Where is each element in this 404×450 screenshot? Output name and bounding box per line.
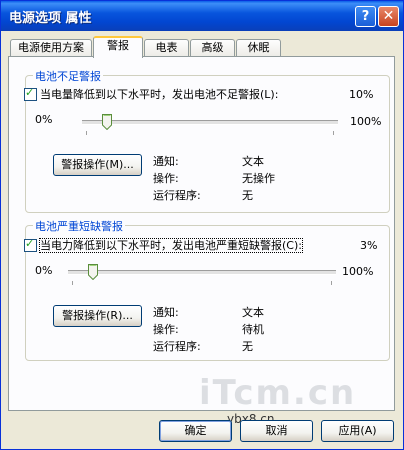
help-button[interactable]: ? xyxy=(355,6,376,27)
low-battery-checkbox[interactable]: ✓ xyxy=(24,85,37,101)
tab-power-meter[interactable]: 电表 xyxy=(144,39,189,57)
tab-label: 电表 xyxy=(155,41,178,54)
checkmark-icon: ✓ xyxy=(25,85,35,99)
critical-battery-alarm-group: 电池严重短缺警报 ✓ 当电力降低到以下水平时，发出电池严重短缺警报(C): 3% … xyxy=(24,218,390,361)
low-battery-checkbox-row[interactable]: ✓ 当电量降低到以下水平时，发出电池不足警报(L): xyxy=(24,86,278,102)
low-battery-slider-min: 0% xyxy=(35,113,53,126)
title-bar[interactable]: 电源选项 属性 ? ✕ xyxy=(1,1,403,31)
low-battery-action-value: 无操作 xyxy=(242,172,275,185)
close-button[interactable]: ✕ xyxy=(378,6,399,27)
critical-battery-program-label: 运行程序: xyxy=(153,340,201,353)
slider-track xyxy=(68,270,336,275)
tab-alarms[interactable]: 警报 xyxy=(93,36,143,58)
tab-label: 警报 xyxy=(107,39,129,52)
tab-hibernate[interactable]: 休眠 xyxy=(236,39,281,57)
slider-thumb[interactable] xyxy=(88,264,98,280)
critical-battery-checkbox[interactable]: ✓ xyxy=(24,236,37,252)
checkmark-icon: ✓ xyxy=(25,236,35,250)
critical-battery-slider-min: 0% xyxy=(35,264,53,277)
critical-battery-slider[interactable] xyxy=(68,264,336,285)
tab-label: 高级 xyxy=(201,41,224,54)
power-options-dialog: 电源选项 属性 ? ✕ 电源使用方案 警报 电表 高级 休眠 电池不足警报 ✓ … xyxy=(0,0,404,450)
slider-tick xyxy=(72,281,73,285)
close-icon: ✕ xyxy=(382,8,395,24)
critical-battery-percent: 3% xyxy=(360,239,378,252)
low-battery-alarm-action-button[interactable]: 警报操作(M)... xyxy=(53,154,142,176)
low-battery-notify-value: 文本 xyxy=(242,155,264,168)
slider-tick xyxy=(86,131,87,135)
critical-battery-slider-max: 100% xyxy=(342,265,374,278)
critical-battery-action-value: 待机 xyxy=(242,323,264,336)
critical-battery-notify-label: 通知: xyxy=(153,306,179,319)
low-battery-checkbox-label: 当电量降低到以下水平时，发出电池不足警报(L): xyxy=(40,88,279,101)
low-battery-program-value: 无 xyxy=(242,189,253,202)
critical-battery-notify-value: 文本 xyxy=(242,306,264,319)
tab-label: 电源使用方案 xyxy=(18,41,84,54)
tab-advanced[interactable]: 高级 xyxy=(190,39,235,57)
critical-battery-program-value: 无 xyxy=(242,340,253,353)
low-battery-program-label: 运行程序: xyxy=(153,189,201,202)
low-battery-group-title: 电池不足警报 xyxy=(33,68,103,84)
window-title: 电源选项 属性 xyxy=(9,11,92,26)
critical-battery-checkbox-label: 当电力降低到以下水平时，发出电池严重短缺警报(C): xyxy=(39,238,303,253)
watermark-logo: iTcm.cn xyxy=(199,373,357,413)
low-battery-alarm-group: 电池不足警报 ✓ 当电量降低到以下水平时，发出电池不足警报(L): 10% 0% … xyxy=(24,68,390,213)
cancel-button[interactable]: 取消 xyxy=(240,420,313,442)
critical-battery-checkbox-row[interactable]: ✓ 当电力降低到以下水平时，发出电池严重短缺警报(C): xyxy=(24,236,303,253)
apply-button[interactable]: 应用(A) xyxy=(321,420,394,442)
low-battery-percent: 10% xyxy=(349,88,374,101)
low-battery-notify-label: 通知: xyxy=(153,155,179,168)
low-battery-slider-max: 100% xyxy=(350,115,382,128)
critical-battery-action-label: 操作: xyxy=(153,323,179,336)
slider-tick xyxy=(331,281,332,285)
tab-power-schemes[interactable]: 电源使用方案 xyxy=(10,39,92,57)
low-battery-action-label: 操作: xyxy=(153,172,179,185)
slider-track xyxy=(82,120,338,125)
question-mark-icon: ? xyxy=(361,9,370,24)
critical-battery-group-title: 电池严重短缺警报 xyxy=(33,218,125,234)
ok-button[interactable]: 确定 xyxy=(159,420,232,442)
slider-tick xyxy=(333,131,334,135)
tab-label: 休眠 xyxy=(247,41,270,54)
low-battery-slider[interactable] xyxy=(82,114,338,135)
alarms-panel: 电池不足警报 ✓ 当电量降低到以下水平时，发出电池不足警报(L): 10% 0% … xyxy=(8,56,395,411)
critical-battery-alarm-action-button[interactable]: 警报操作(R)... xyxy=(53,305,142,327)
slider-thumb[interactable] xyxy=(102,114,112,130)
